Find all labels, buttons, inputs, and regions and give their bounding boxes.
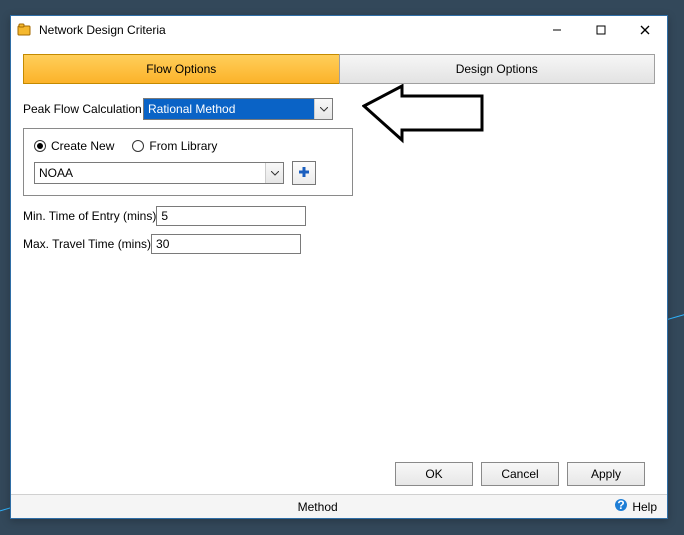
library-row: NOAA	[34, 161, 342, 185]
close-button[interactable]	[623, 16, 667, 44]
max-travel-input[interactable]: 30	[151, 234, 301, 254]
source-radio-group: Create New From Library	[34, 139, 342, 153]
input-value: 30	[156, 237, 169, 251]
help-link[interactable]: ? Help	[614, 498, 657, 515]
min-entry-row: Min. Time of Entry (mins) 5	[23, 206, 655, 226]
radio-from-library[interactable]: From Library	[132, 139, 217, 153]
radio-create-new[interactable]: Create New	[34, 139, 114, 153]
plus-icon	[297, 165, 311, 182]
window-buttons	[535, 16, 667, 44]
library-dropdown[interactable]: NOAA	[34, 162, 284, 184]
tab-label: Flow Options	[146, 62, 216, 76]
tab-strip: Flow Options Design Options	[23, 54, 655, 84]
status-bar: Method ? Help	[11, 494, 667, 518]
chevron-down-icon	[314, 99, 332, 119]
peak-flow-value: Rational Method	[144, 99, 314, 119]
dialog-buttons: OK Cancel Apply	[23, 454, 655, 494]
status-center-text: Method	[21, 500, 614, 514]
radio-label: Create New	[51, 139, 114, 153]
input-value: 5	[161, 209, 168, 223]
app-icon	[17, 22, 33, 38]
peak-flow-label: Peak Flow Calculation	[23, 102, 143, 116]
add-library-button[interactable]	[292, 161, 316, 185]
svg-text:?: ?	[618, 498, 625, 512]
ok-button[interactable]: OK	[395, 462, 473, 486]
help-icon: ?	[614, 498, 628, 515]
max-travel-label: Max. Travel Time (mins)	[23, 237, 151, 251]
min-entry-label: Min. Time of Entry (mins)	[23, 209, 156, 223]
minimize-button[interactable]	[535, 16, 579, 44]
max-travel-row: Max. Travel Time (mins) 30	[23, 234, 655, 254]
apply-button[interactable]: Apply	[567, 462, 645, 486]
button-label: Cancel	[501, 467, 538, 481]
button-label: OK	[425, 467, 442, 481]
radio-dot-icon	[34, 140, 46, 152]
radio-dot-icon	[132, 140, 144, 152]
cancel-button[interactable]: Cancel	[481, 462, 559, 486]
window-title: Network Design Criteria	[39, 23, 535, 37]
button-label: Apply	[591, 467, 621, 481]
title-bar: Network Design Criteria	[11, 16, 667, 44]
tab-flow-options[interactable]: Flow Options	[23, 54, 340, 84]
help-label: Help	[632, 500, 657, 514]
tab-design-options[interactable]: Design Options	[339, 54, 656, 84]
dialog-window: Network Design Criteria Flow Options Des…	[10, 15, 668, 519]
maximize-button[interactable]	[579, 16, 623, 44]
form-area: Peak Flow Calculation Rational Method Cr…	[23, 84, 655, 262]
content-spacer	[23, 262, 655, 454]
peak-flow-dropdown[interactable]: Rational Method	[143, 98, 333, 120]
dialog-content: Flow Options Design Options Peak Flow Ca…	[11, 44, 667, 494]
min-entry-input[interactable]: 5	[156, 206, 306, 226]
library-value: NOAA	[35, 163, 265, 183]
radio-label: From Library	[149, 139, 217, 153]
chevron-down-icon	[265, 163, 283, 183]
tab-label: Design Options	[456, 62, 538, 76]
source-group: Create New From Library NOAA	[23, 128, 353, 196]
peak-flow-row: Peak Flow Calculation Rational Method	[23, 98, 655, 120]
